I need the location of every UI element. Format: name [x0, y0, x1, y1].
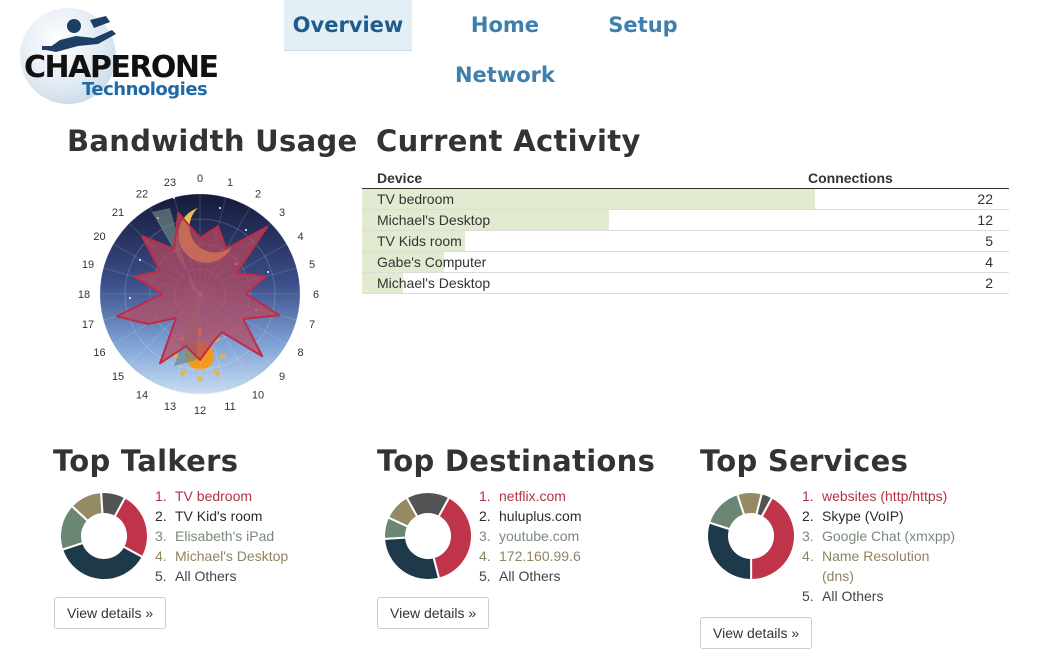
hour-label: 9 [279, 371, 285, 383]
connections-count: 4 [985, 254, 993, 270]
star-icon [245, 229, 247, 231]
donut-slice[interactable] [383, 536, 441, 581]
legend-item[interactable]: 5. All Others [479, 566, 582, 586]
hour-label: 11 [224, 401, 235, 413]
kid-reading-icon [42, 16, 116, 52]
star-icon [129, 297, 131, 299]
hour-label: 0 [197, 173, 203, 185]
hour-label: 1 [227, 177, 233, 189]
activity-row[interactable]: TV Kids room 5 [362, 231, 1009, 252]
device-name: Michael's Desktop [377, 275, 491, 291]
hour-label: 23 [164, 177, 176, 189]
hour-label: 13 [164, 401, 176, 413]
activity-table-header: Device Connections [362, 168, 1009, 189]
talkers-view-details-button[interactable]: View details » [54, 597, 167, 629]
legend-item[interactable]: 4. Name Resolution (dns) [802, 546, 955, 586]
hour-label: 14 [136, 390, 148, 402]
bandwidth-usage-title: Bandwidth Usage [67, 124, 358, 158]
hour-label: 17 [82, 319, 94, 331]
hour-label: 3 [279, 207, 285, 219]
hour-label: 18 [78, 289, 90, 301]
connections-count: 5 [985, 233, 993, 249]
legend-item[interactable]: 5. All Others [155, 566, 288, 586]
hour-label: 4 [297, 231, 303, 243]
activity-row[interactable]: Michael's Desktop 12 [362, 210, 1009, 231]
activity-row[interactable]: TV bedroom 22 [362, 189, 1009, 210]
activity-row[interactable]: Michael's Desktop 2 [362, 273, 1009, 294]
top-talkers-legend: 1. TV bedroom 2. TV Kid's room 3. Elisabeth… [155, 486, 288, 586]
connections-count: 2 [985, 275, 993, 291]
hour-label: 21 [112, 207, 124, 219]
legend-item[interactable]: 1. websites (http/https) [802, 486, 955, 506]
hour-label: 15 [112, 371, 124, 383]
tab-setup[interactable]: Setup [602, 0, 684, 50]
hour-label: 2 [255, 189, 261, 201]
legend-item[interactable]: 3. Elisabeth's iPad [155, 526, 288, 546]
legend-item[interactable]: 2. huluplus.com [479, 506, 582, 526]
hour-label: 6 [313, 289, 319, 301]
hour-label: 19 [82, 259, 94, 271]
hour-label: 22 [136, 189, 148, 201]
hour-label: 16 [93, 347, 105, 359]
top-destinations-legend: 1. netflix.com 2. huluplus.com 3. youtube.c… [479, 486, 582, 586]
activity-row[interactable]: Gabe's Computer 4 [362, 252, 1009, 273]
top-services-legend: 1. websites (http/https) 2. Skype (VoIP) 3… [802, 486, 955, 606]
chaperone-logo[interactable]: CHAPERONE Technologies [18, 6, 232, 106]
hour-label: 20 [93, 231, 105, 243]
star-icon [219, 207, 221, 209]
legend-item[interactable]: 1. netflix.com [479, 486, 582, 506]
legend-item[interactable]: 4. Michael's Desktop [155, 546, 288, 566]
connections-count: 12 [977, 212, 993, 228]
legend-item[interactable]: 2. Skype (VoIP) [802, 506, 955, 526]
current-activity-title: Current Activity [376, 124, 641, 158]
hour-label: 12 [194, 405, 206, 416]
destinations-view-details-button[interactable]: View details » [377, 597, 490, 629]
device-name: Gabe's Computer [377, 254, 487, 270]
tab-home-network[interactable]: Home Network [420, 0, 590, 87]
top-destinations-donut [383, 491, 473, 581]
legend-item[interactable]: 3. youtube.com [479, 526, 582, 546]
device-name: TV Kids room [377, 233, 462, 249]
hour-label: 5 [309, 259, 315, 271]
hour-label: 7 [309, 319, 315, 331]
donut-slice[interactable] [706, 521, 753, 582]
legend-item[interactable]: 3. Google Chat (xmxpp) [802, 526, 955, 546]
tab-overview[interactable]: Overview [284, 0, 412, 51]
legend-item[interactable]: 5. All Others [802, 586, 955, 606]
col-device-header: Device [377, 170, 423, 186]
col-connections-header: Connections [808, 170, 893, 186]
legend-item[interactable]: 4. 172.160.99.6 [479, 546, 582, 566]
logo-sub-text: Technologies [82, 79, 208, 100]
top-services-title: Top Services [700, 444, 909, 478]
legend-item[interactable]: 2. TV Kid's room [155, 506, 288, 526]
top-talkers-donut [59, 491, 149, 581]
top-talkers-title: Top Talkers [53, 444, 239, 478]
legend-item[interactable]: 1. TV bedroom [155, 486, 288, 506]
device-name: Michael's Desktop [377, 212, 491, 228]
hour-label: 10 [252, 390, 264, 402]
top-destinations-title: Top Destinations [377, 444, 656, 478]
services-view-details-button[interactable]: View details » [700, 617, 813, 649]
device-name: TV bedroom [377, 191, 455, 207]
top-services-donut [706, 491, 796, 582]
activity-table: Device Connections TV bedroom 22 Michael's… [362, 168, 1009, 294]
bandwidth-radar-chart: 0 1234567891011121314151617181920212223 [78, 173, 319, 416]
star-icon [267, 271, 269, 273]
hour-label: 8 [297, 347, 303, 359]
connections-count: 22 [977, 191, 993, 207]
